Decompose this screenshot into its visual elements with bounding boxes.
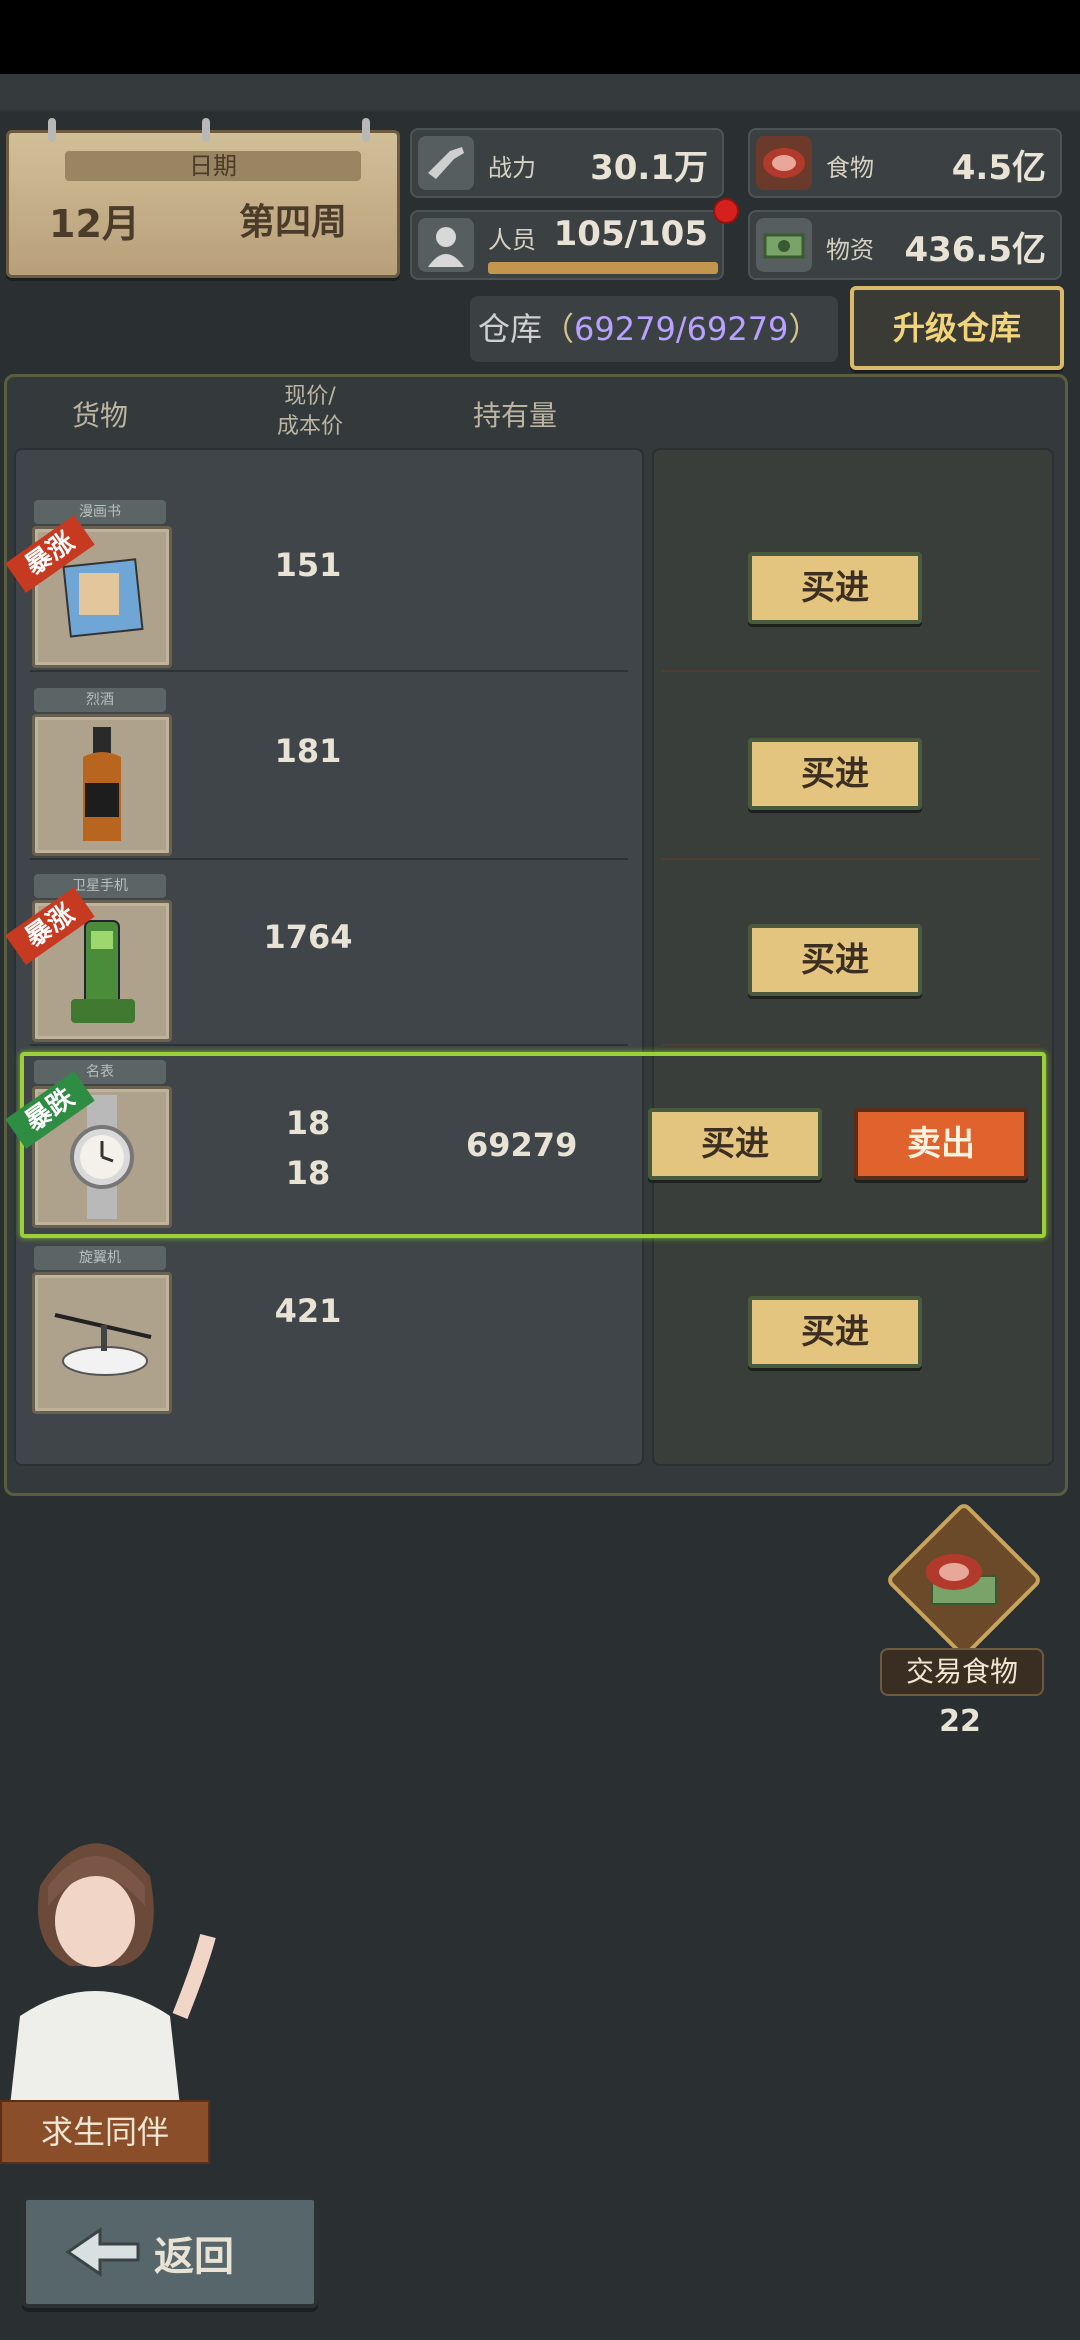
sell-button[interactable]: 卖出 (854, 1108, 1028, 1180)
power-value: 30.1万 (590, 148, 708, 188)
col-goods-header: 货物 (71, 399, 128, 432)
power-label: 战力 (488, 154, 536, 182)
supplies-label: 物资 (826, 236, 874, 264)
row-divider (30, 670, 628, 672)
trade-food-count: 22 (939, 1704, 981, 1739)
gun-icon (418, 136, 474, 190)
companion-character-icon (10, 1843, 216, 2106)
item-tag: 烈酒 (34, 688, 166, 712)
item-tag: 漫画书 (34, 500, 166, 524)
buy-button[interactable]: 买进 (748, 924, 922, 996)
notification-dot (713, 198, 739, 224)
gyrocopter-item[interactable] (32, 1272, 172, 1414)
buy-button[interactable]: 买进 (748, 1296, 922, 1368)
date-label: 日期 (65, 151, 361, 181)
meat-money-icon (926, 1554, 997, 1605)
money-icon (756, 218, 812, 272)
item-price: 421 (274, 1292, 342, 1330)
item-price: 151 (274, 546, 342, 584)
item-price: 1764 (263, 918, 353, 956)
col-price-header-line2: 成本价 (276, 414, 343, 439)
back-button[interactable]: 返回 (22, 2196, 318, 2308)
date-card: 日期 12月 第四周 (6, 130, 400, 278)
personnel-label: 人员 (488, 226, 536, 254)
bottle-icon (83, 727, 121, 841)
gyrocopter-icon (54, 1313, 152, 1376)
liquor-item[interactable] (32, 714, 172, 856)
col-price-header-line1: 现价/ (284, 384, 336, 409)
item-tag: 卫星手机 (34, 874, 166, 898)
back-arrow-icon (65, 2227, 140, 2277)
companion-portrait[interactable] (0, 1816, 230, 2106)
item-tag: 名表 (34, 1060, 166, 1084)
buy-button[interactable]: 买进 (648, 1108, 822, 1180)
item-tag: 旋翼机 (34, 1246, 166, 1270)
warehouse-close-paren: ） (788, 310, 821, 348)
person-icon (418, 218, 474, 272)
personnel-stat: 人员 105/105 (410, 210, 724, 280)
back-label: 返回 (154, 2234, 234, 2280)
buy-button[interactable]: 买进 (748, 552, 922, 624)
row-divider (662, 670, 1040, 672)
trade-food-button[interactable]: 交易食物 22 (880, 1500, 1044, 1739)
row-divider (30, 858, 628, 860)
col-holding-header: 持有量 (472, 399, 557, 432)
row-divider (662, 1044, 1040, 1046)
pin-icon (48, 118, 56, 142)
supplies-value: 436.5亿 (904, 230, 1046, 270)
personnel-bar (488, 262, 718, 274)
food-value: 4.5亿 (951, 148, 1046, 188)
row-divider (662, 858, 1040, 860)
item-price: 181 (274, 732, 342, 770)
supplies-stat: 物资 436.5亿 (748, 210, 1062, 280)
warehouse-open-paren: （ (542, 310, 575, 348)
date-week: 第四周 (239, 202, 348, 243)
status-bar (0, 0, 1080, 74)
pin-icon (362, 118, 370, 142)
item-holding: 69279 (466, 1126, 578, 1164)
upgrade-warehouse-button[interactable]: 升级仓库 (850, 286, 1064, 370)
warehouse-capacity: 仓库（69279/69279） (470, 296, 838, 362)
top-strip (0, 74, 1080, 112)
warehouse-label: 仓库 (478, 310, 543, 348)
personnel-value: 105/105 (553, 214, 708, 254)
trade-food-label: 交易食物 (880, 1648, 1044, 1696)
pin-icon (202, 118, 210, 142)
power-stat: 战力 30.1万 (410, 128, 724, 198)
buy-button[interactable]: 买进 (748, 738, 922, 810)
item-price: 18 (285, 1104, 331, 1142)
date-month: 12月 (49, 202, 140, 246)
food-label: 食物 (826, 154, 874, 182)
item-cost: 18 (285, 1154, 331, 1192)
companion-label[interactable]: 求生同伴 (0, 2100, 210, 2164)
food-stat: 食物 4.5亿 (748, 128, 1062, 198)
row-divider (30, 1044, 628, 1046)
meat-icon (756, 136, 812, 190)
warehouse-capacity-value: 69279/69279 (574, 310, 789, 348)
